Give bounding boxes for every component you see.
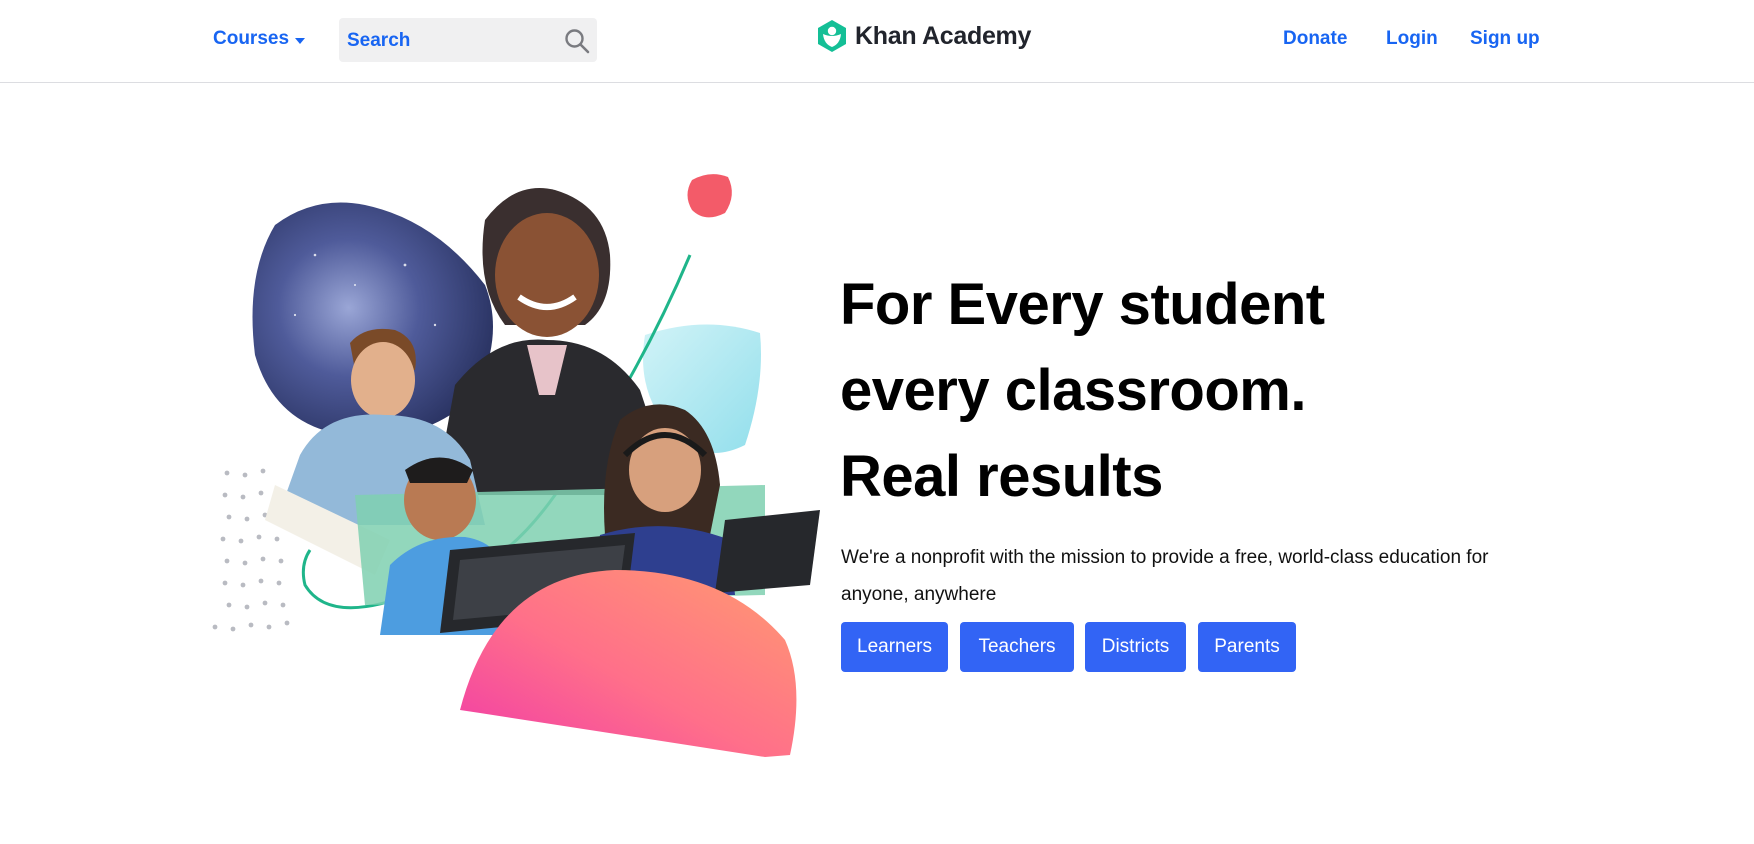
mission-statement: We're a nonprofit with the mission to pr… — [841, 547, 1489, 605]
courses-menu[interactable]: Courses — [213, 28, 306, 50]
laptop-right — [715, 510, 820, 593]
learners-button[interactable]: Learners — [841, 622, 948, 672]
chevron-down-icon — [295, 37, 306, 44]
headline-line-1: For Every student — [840, 272, 1325, 337]
donate-link[interactable]: Donate — [1283, 28, 1347, 50]
parents-button[interactable]: Parents — [1198, 622, 1296, 672]
search-box — [339, 18, 597, 64]
khan-academy-logo-icon — [818, 20, 846, 52]
hero-headline: For Every student every classroom. Real … — [840, 262, 1600, 520]
search-icon[interactable] — [563, 27, 591, 55]
signup-link[interactable]: Sign up — [1470, 28, 1540, 50]
search-input[interactable] — [339, 18, 559, 64]
courses-label: Courses — [213, 28, 290, 49]
site-logo[interactable]: Khan Academy — [816, 19, 1031, 53]
logo-text: Khan Academy — [855, 21, 1032, 50]
teachers-button[interactable]: Teachers — [960, 622, 1074, 672]
hero-illustration — [212, 174, 820, 757]
headline-line-2: every classroom. — [840, 358, 1306, 423]
red-blob — [687, 174, 732, 218]
districts-button[interactable]: Districts — [1085, 622, 1186, 672]
headline-line-3: Real results — [840, 444, 1163, 509]
site-header: Courses Khan Academy Donate Login Sign u… — [0, 0, 1754, 83]
login-link[interactable]: Login — [1386, 28, 1438, 50]
